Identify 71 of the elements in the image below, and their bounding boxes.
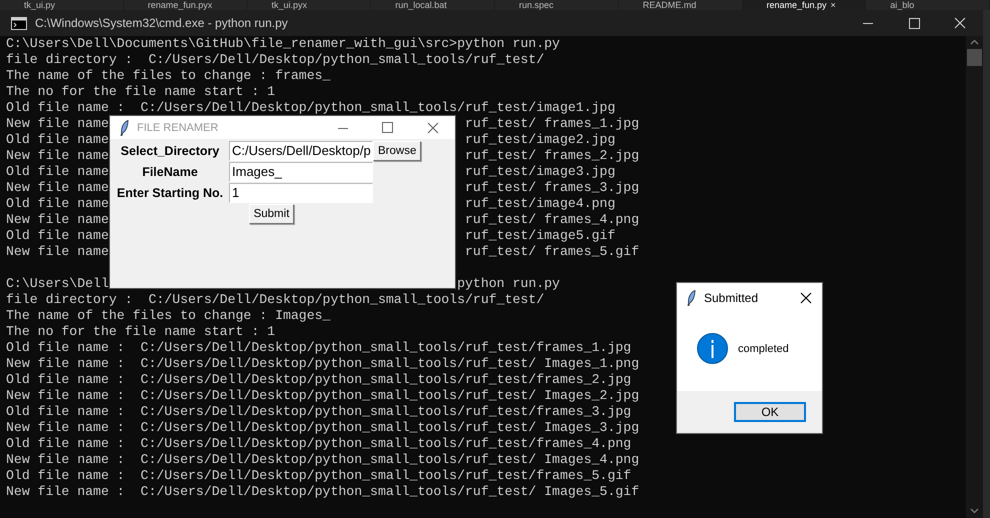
console-line: Old file name : C:/Users/Dell/Desktop/python_small_tools/ruf_test/frames_3.jpg xyxy=(6,404,632,420)
maximize-icon[interactable] xyxy=(382,122,393,133)
console-line: ruf_test/image3.jpg xyxy=(465,164,616,180)
ok-button[interactable]: OK xyxy=(734,402,806,422)
console-line: The no for the file name start : 1 xyxy=(6,324,276,340)
console-line: New file name xyxy=(6,180,109,196)
dialog-title: FILE RENAMER xyxy=(137,122,220,134)
console-line: ruf_test/ frames_5.gif xyxy=(465,244,640,260)
info-icon xyxy=(697,333,728,364)
tab-label: run.spec xyxy=(519,0,554,10)
console-line: ruf_test/ frames_3.jpg xyxy=(465,180,640,196)
field-label: Enter Starting No. xyxy=(116,186,224,200)
console-line: Old file name xyxy=(6,228,109,244)
console-line: Old file name : C:/Users/Dell/Desktop/python_small_tools/ruf_test/frames_1.jpg xyxy=(6,340,632,356)
tab-label: rename_fun.py xyxy=(766,0,827,10)
console-line: New file name xyxy=(6,244,109,260)
submit-button[interactable]: Submit xyxy=(248,204,294,224)
field-label: FileName xyxy=(141,165,199,179)
console-line: Old file name : C:/Users/Dell/Desktop/python_small_tools/ruf_test/frames_5.gif xyxy=(6,468,632,484)
console-line: Old file name xyxy=(6,196,109,212)
scrollbar[interactable] xyxy=(966,36,983,518)
feather-icon xyxy=(687,290,696,306)
input-field[interactable]: C:/Users/Dell/Desktop/p xyxy=(229,141,373,161)
console-line: New file name xyxy=(6,212,109,228)
console-line: Old file name xyxy=(6,164,109,180)
console-line: ruf_test/ frames_2.jpg xyxy=(465,148,640,164)
console-line: file directory : C:/Users/Dell/Desktop/python_small_tools/ruf_test/ xyxy=(6,292,544,308)
console-line: The name of the files to change : Images_ xyxy=(6,308,330,324)
browse-button[interactable]: Browse xyxy=(373,141,422,161)
console-line: Old file name xyxy=(6,132,109,148)
tab-label: rename_fun.pyx xyxy=(148,0,212,10)
close-icon[interactable] xyxy=(800,292,812,304)
console-line: New file name : C:/Users/Dell/Desktop/python_small_tools/ruf_test/ Images_3.jpg xyxy=(6,420,640,436)
message-text: completed xyxy=(738,342,789,354)
console-line: python run.py xyxy=(457,276,560,292)
console-line: New file name : C:/Users/Dell/Desktop/python_small_tools/ruf_test/ Images_1.png xyxy=(6,356,640,372)
console-line: The no for the file name start : 1 xyxy=(6,84,276,100)
console-line: The name of the files to change : frames_ xyxy=(6,68,330,84)
console-line: Old file name : C:/Users/Dell/Desktop/python_small_tools/ruf_test/frames_4.png xyxy=(6,436,632,452)
close-icon[interactable]: × xyxy=(830,0,836,10)
console-line: file directory : C:/Users/Dell/Desktop/python_small_tools/ruf_test/ xyxy=(6,52,544,68)
console-line: Old file name : C:/Users/Dell/Desktop/python_small_tools/ruf_test/frames_2.jpg xyxy=(6,372,632,388)
scroll-up-icon[interactable] xyxy=(970,39,979,45)
console-line: ruf_test/image5.gif xyxy=(465,228,616,244)
console-line: New file name : C:/Users/Dell/Desktop/python_small_tools/ruf_test/ Images_2.jpg xyxy=(6,388,640,404)
console-line: Old file name : C:/Users/Dell/Desktop/python_small_tools/ruf_test/image1.jpg xyxy=(6,100,616,116)
tab-label: tk_ui.py xyxy=(24,0,56,10)
console-icon xyxy=(11,16,27,30)
tab-label: run_local.bat xyxy=(395,0,447,10)
window-title: C:\Windows\System32\cmd.exe - python run.py xyxy=(35,16,289,30)
input-field[interactable]: Images_ xyxy=(229,162,373,182)
console-line: C:\Users\Dell xyxy=(6,276,109,292)
console-line: ruf_test/ frames_4.png xyxy=(465,212,640,228)
field-label: Select_Directory xyxy=(120,144,220,158)
console-line: C:\Users\Dell\Documents\GitHub\file_renamer_with_gui\src>python run.py xyxy=(6,36,560,52)
console-line: New file name xyxy=(6,148,109,164)
tab-label: ai_blo xyxy=(890,0,914,10)
feather-icon xyxy=(120,120,129,136)
console-line: New file name : C:/Users/Dell/Desktop/python_small_tools/ruf_test/ Images_4.png xyxy=(6,452,640,468)
console-line: New file name xyxy=(6,116,109,132)
console-line: ruf_test/image2.jpg xyxy=(465,132,616,148)
console-line: ruf_test/image4.png xyxy=(465,196,616,212)
tab-label: tk_ui.pyx xyxy=(272,0,308,10)
console-line: ruf_test/ frames_1.jpg xyxy=(465,116,640,132)
console-line: New file name : C:/Users/Dell/Desktop/python_small_tools/ruf_test/ Images_5.gif xyxy=(6,484,640,500)
scroll-thumb[interactable] xyxy=(967,49,982,66)
input-field[interactable]: 1 xyxy=(229,183,373,203)
editor-tab[interactable]: rename_fun.py × xyxy=(742,0,866,10)
dialog-title: Submitted xyxy=(704,290,760,304)
tab-label: README.md xyxy=(642,0,696,10)
scroll-down-icon[interactable] xyxy=(970,508,979,514)
